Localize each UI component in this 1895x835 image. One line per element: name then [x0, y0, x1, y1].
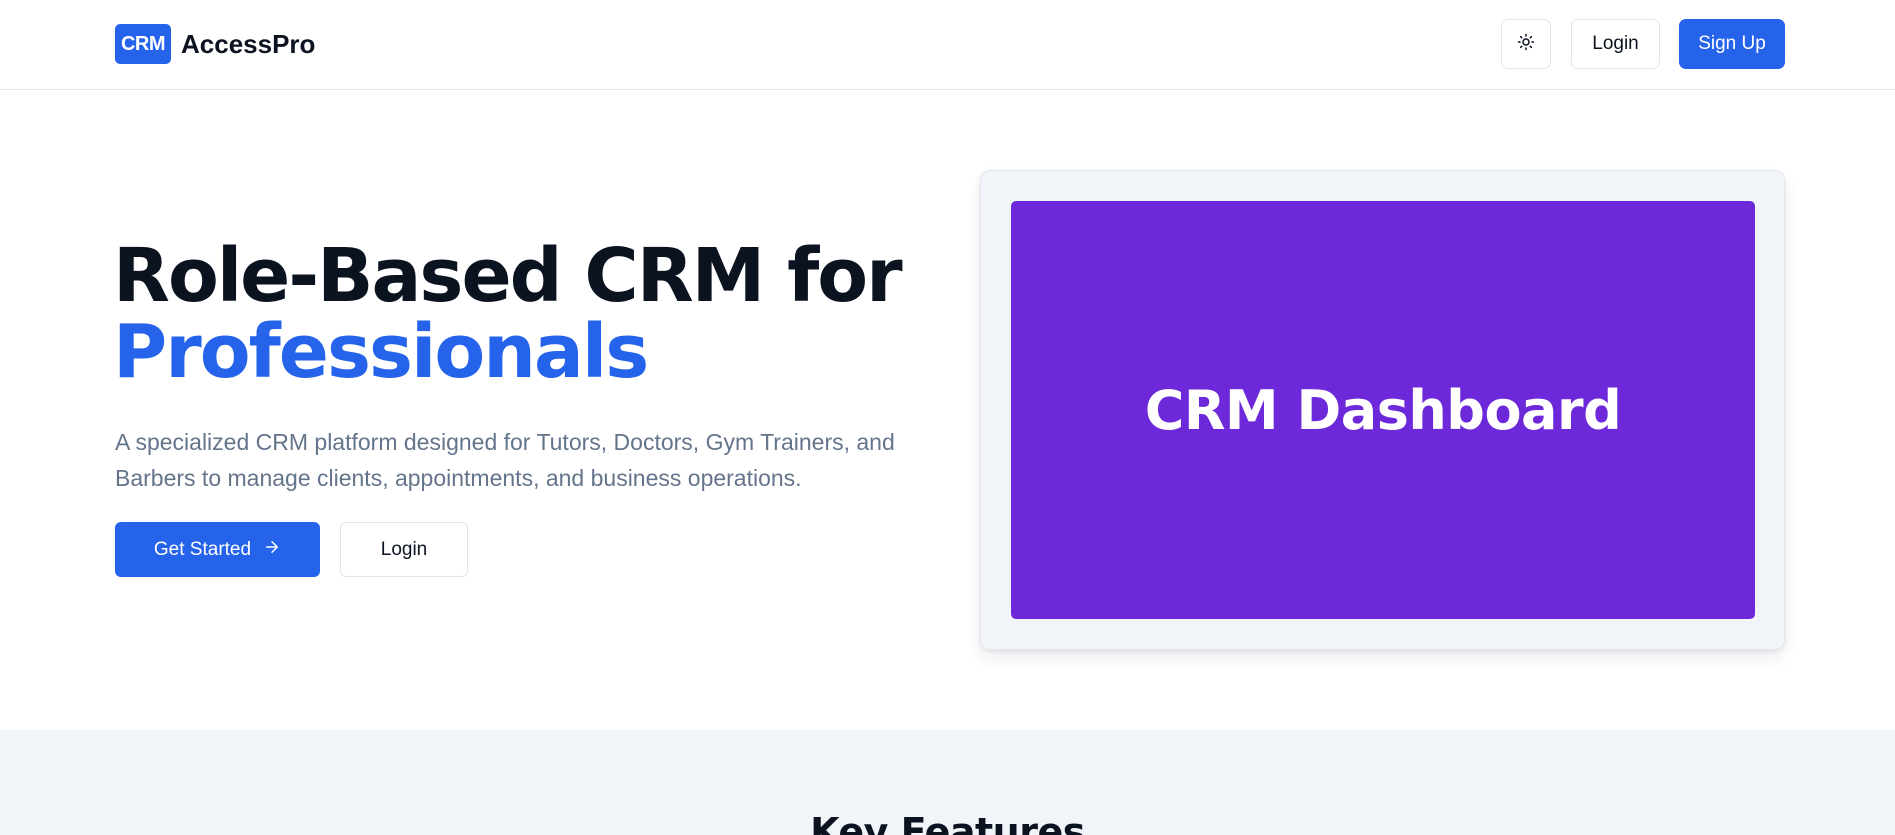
brand-logo[interactable]: CRM AccessPro — [115, 24, 315, 64]
brand-name: AccessPro — [181, 28, 316, 59]
hero-description: A specialized CRM platform designed for … — [115, 429, 895, 491]
sun-icon — [1517, 33, 1535, 56]
brand-badge: CRM — [115, 24, 171, 64]
dashboard-preview-label: CRM Dashboard — [1144, 378, 1622, 442]
landing-page: CRM AccessPro Login Sign Up Role-Based C… — [0, 0, 1895, 835]
arrow-right-icon — [263, 538, 281, 562]
site-header: CRM AccessPro Login Sign Up — [0, 0, 1895, 90]
get-started-button[interactable]: Get Started — [115, 522, 320, 577]
dashboard-preview-image: CRM Dashboard — [1011, 201, 1755, 619]
features-title: Key Features — [810, 810, 1085, 835]
dashboard-preview-card: CRM Dashboard — [980, 170, 1785, 650]
hero-title-line1: Role-Based CRM for — [113, 233, 903, 319]
theme-toggle-button[interactable] — [1501, 19, 1551, 69]
hero-title: Role-Based CRM for Professionals — [113, 238, 913, 390]
hero-title-accent: Professionals — [113, 309, 649, 395]
header-login-button[interactable]: Login — [1571, 19, 1660, 69]
signup-button[interactable]: Sign Up — [1679, 19, 1785, 69]
get-started-label: Get Started — [153, 538, 252, 560]
hero-login-button[interactable]: Login — [340, 522, 468, 577]
features-section: Key Features — [0, 730, 1895, 835]
